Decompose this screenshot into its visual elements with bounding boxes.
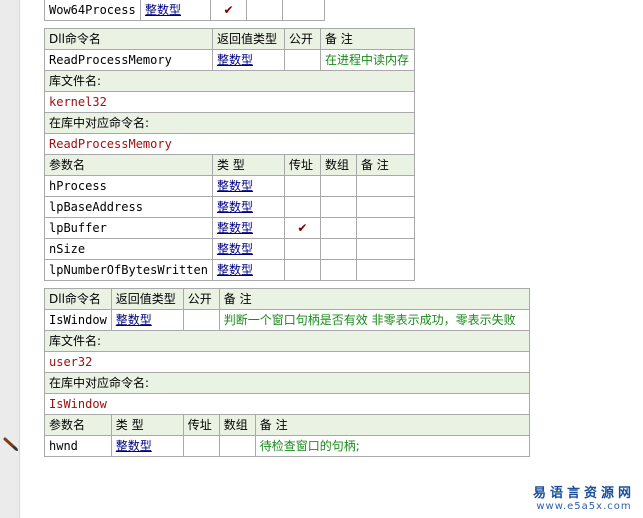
param-remark-header: 备 注 <box>254 414 530 436</box>
remark-text[interactable]: 判断一个窗口句柄是否有效 非零表示成功，零表示失败 <box>218 309 530 331</box>
array-cell[interactable] <box>319 175 357 197</box>
by-ref-header: 传址 <box>283 154 321 176</box>
dll-command-name-header: Dll命令名 <box>44 288 112 310</box>
site-watermark: 易语言资源网 www.e5a5x.com <box>533 482 635 512</box>
header-row: Dll命令名 返回值类型 公开 备 注 <box>44 28 415 50</box>
remark-cell[interactable] <box>355 259 415 281</box>
by-ref-cell[interactable] <box>283 175 321 197</box>
library-value[interactable]: user32 <box>44 351 530 373</box>
header-row: Dll命令名 返回值类型 公开 备 注 <box>44 288 530 310</box>
watermark-title: 易语言资源网 <box>532 486 635 501</box>
param-type-link[interactable]: 整数型 <box>211 196 285 218</box>
param-name-header: 参数名 <box>44 154 213 176</box>
table-row: lpBuffer 整数型 ✔ <box>44 217 415 239</box>
table-row: IsWindow 整数型 判断一个窗口句柄是否有效 非零表示成功，零表示失败 <box>44 309 530 331</box>
command-label-row: 在库中对应命令名: <box>44 112 415 134</box>
library-label: 库文件名: <box>44 70 415 92</box>
remark-cell[interactable] <box>355 175 415 197</box>
table-row: hProcess 整数型 <box>44 175 415 197</box>
array-cell[interactable] <box>319 217 357 239</box>
param-type-link[interactable]: 整数型 <box>211 217 285 239</box>
library-label: 库文件名: <box>44 330 530 352</box>
library-label-row: 库文件名: <box>44 70 415 92</box>
table-row: nSize 整数型 <box>44 238 415 260</box>
param-name-header: 参数名 <box>44 414 112 436</box>
dll-command-name[interactable]: IsWindow <box>44 309 112 331</box>
array-cell[interactable] <box>319 196 357 218</box>
param-type-link[interactable]: 整数型 <box>110 435 184 457</box>
param-name[interactable]: lpNumberOfBytesWritten <box>44 259 213 281</box>
remark-cell[interactable] <box>282 0 325 21</box>
remark-header: 备 注 <box>319 28 415 50</box>
public-header: 公开 <box>283 28 321 50</box>
check-icon[interactable]: ✔ <box>283 217 321 239</box>
command-value[interactable]: IsWindow <box>44 393 530 415</box>
wow64-row-table: Wow64Process 整数型 ✔ <box>44 0 325 21</box>
remark-cell[interactable] <box>355 196 415 218</box>
command-value-row: ReadProcessMemory <box>44 133 415 155</box>
library-value[interactable]: kernel32 <box>44 91 415 113</box>
remark-header: 备 注 <box>218 288 530 310</box>
table-row: ReadProcessMemory 整数型 在进程中读内存 <box>44 49 415 71</box>
table-row: hwnd 整数型 待检查窗口的句柄; <box>44 435 530 457</box>
command-value[interactable]: ReadProcessMemory <box>44 133 415 155</box>
param-name[interactable]: Wow64Process <box>44 0 141 21</box>
param-name[interactable]: hProcess <box>44 175 213 197</box>
param-header-row: 参数名 类 型 传址 数组 备 注 <box>44 414 530 436</box>
by-ref-header: 传址 <box>182 414 220 436</box>
param-type-link[interactable]: 整数型 <box>211 259 285 281</box>
return-type-link[interactable]: 整数型 <box>211 49 285 71</box>
by-ref-cell[interactable] <box>283 196 321 218</box>
param-type-link[interactable]: 整数型 <box>211 175 285 197</box>
param-type-header: 类 型 <box>211 154 285 176</box>
command-value-row: IsWindow <box>44 393 530 415</box>
check-icon[interactable]: ✔ <box>210 0 247 21</box>
remark-cell[interactable] <box>355 238 415 260</box>
public-header: 公开 <box>182 288 220 310</box>
by-ref-cell[interactable] <box>283 238 321 260</box>
remark-text[interactable]: 在进程中读内存 <box>319 49 415 71</box>
dll-command-name-header: Dll命令名 <box>44 28 213 50</box>
param-name[interactable]: lpBaseAddress <box>44 196 213 218</box>
pencil-icon <box>3 437 18 451</box>
library-value-row: kernel32 <box>44 91 415 113</box>
array-cell[interactable] <box>319 238 357 260</box>
library-value-row: user32 <box>44 351 530 373</box>
param-name[interactable]: lpBuffer <box>44 217 213 239</box>
command-label: 在库中对应命令名: <box>44 112 415 134</box>
return-type-link[interactable]: 整数型 <box>110 309 184 331</box>
dll-command-table-readprocessmemory: Dll命令名 返回值类型 公开 备 注 ReadProcessMemory 整数… <box>44 28 415 281</box>
table-row: lpBaseAddress 整数型 <box>44 196 415 218</box>
array-cell[interactable] <box>246 0 283 21</box>
command-label-row: 在库中对应命令名: <box>44 372 530 394</box>
param-header-row: 参数名 类 型 传址 数组 备 注 <box>44 154 415 176</box>
array-cell[interactable] <box>218 435 256 457</box>
public-cell[interactable] <box>182 309 220 331</box>
remark-cell[interactable] <box>355 217 415 239</box>
table-row: Wow64Process 整数型 ✔ <box>44 0 325 21</box>
param-name[interactable]: hwnd <box>44 435 112 457</box>
by-ref-cell[interactable] <box>283 259 321 281</box>
command-label: 在库中对应命令名: <box>44 372 530 394</box>
param-type-link[interactable]: 整数型 <box>140 0 211 21</box>
table-row: lpNumberOfBytesWritten 整数型 <box>44 259 415 281</box>
public-cell[interactable] <box>283 49 321 71</box>
dll-command-table-iswindow: Dll命令名 返回值类型 公开 备 注 IsWindow 整数型 判断一个窗口句… <box>44 288 530 457</box>
param-type-link[interactable]: 整数型 <box>211 238 285 260</box>
param-remark-header: 备 注 <box>355 154 415 176</box>
param-remark[interactable]: 待检查窗口的句柄; <box>254 435 530 457</box>
dll-command-name[interactable]: ReadProcessMemory <box>44 49 213 71</box>
by-ref-cell[interactable] <box>182 435 220 457</box>
param-type-header: 类 型 <box>110 414 184 436</box>
array-header: 数组 <box>319 154 357 176</box>
param-name[interactable]: nSize <box>44 238 213 260</box>
watermark-url: www.e5a5x.com <box>536 501 632 512</box>
library-label-row: 库文件名: <box>44 330 530 352</box>
array-header: 数组 <box>218 414 256 436</box>
array-cell[interactable] <box>319 259 357 281</box>
return-type-header: 返回值类型 <box>110 288 184 310</box>
return-type-header: 返回值类型 <box>211 28 285 50</box>
